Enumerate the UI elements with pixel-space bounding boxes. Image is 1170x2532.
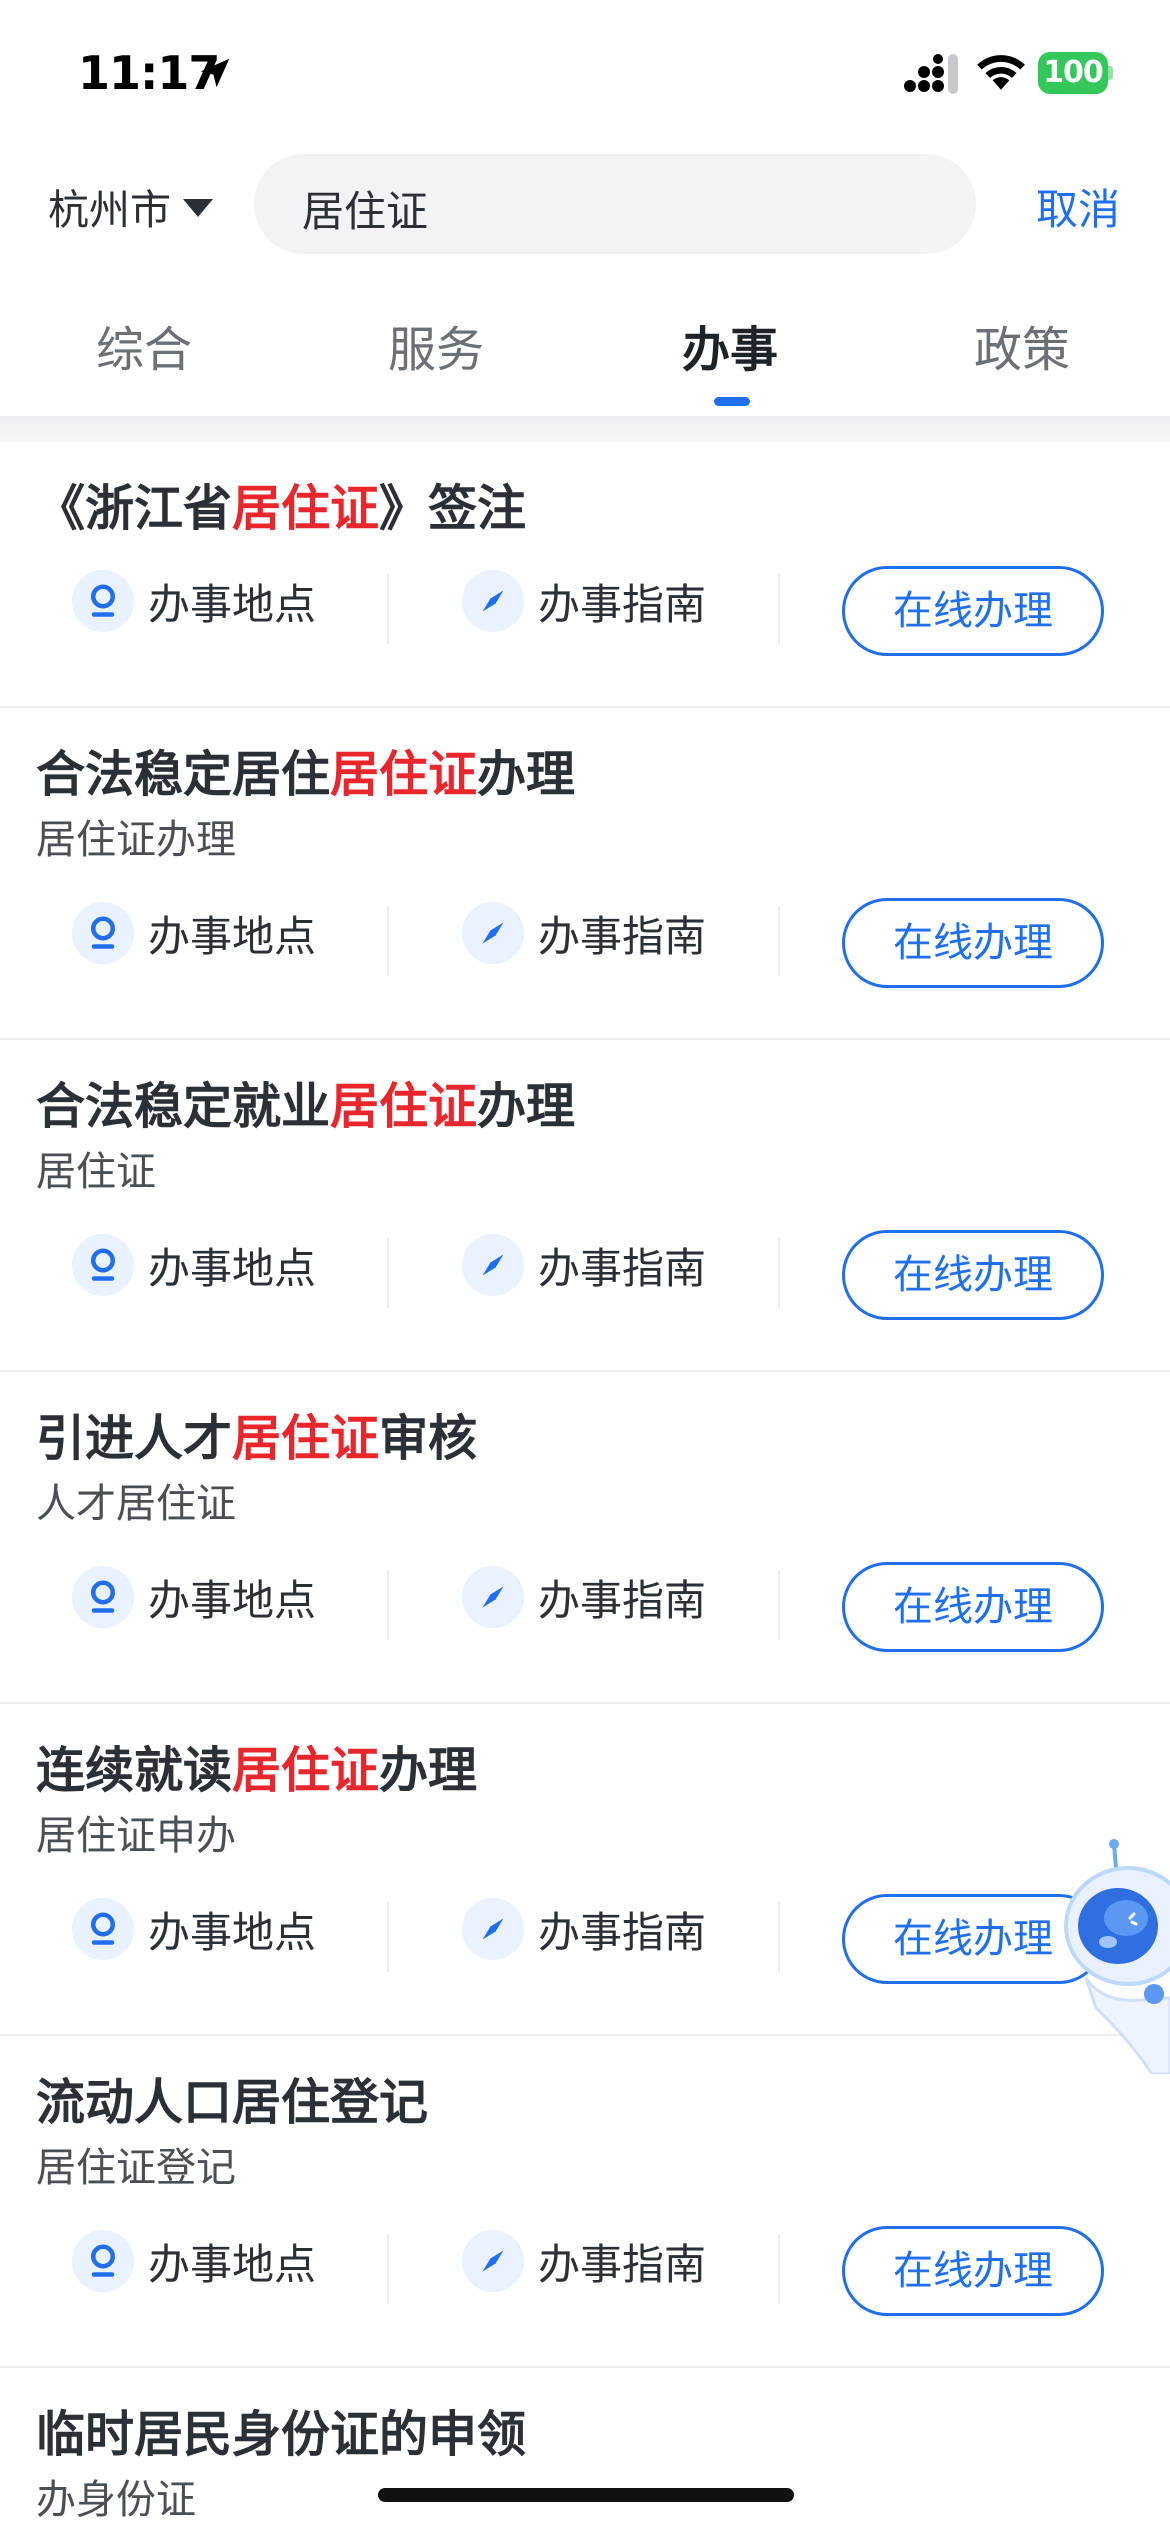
tab-policy[interactable]: 政策 <box>922 310 1122 380</box>
item-title: 连续就读居住证办理 <box>36 1742 478 1799</box>
tab-comprehensive[interactable]: 综合 <box>44 310 244 380</box>
tab-affairs[interactable]: 办事 <box>630 310 830 380</box>
battery-icon: 100 <box>1038 52 1113 94</box>
list-item[interactable]: 流动人口居住登记 居住证登记 办事地点 办事指南 在线办理 <box>0 2036 1170 2368</box>
office-location-button[interactable]: 办事地点 <box>72 902 316 964</box>
cellular-signal-icon <box>904 54 958 94</box>
location-arrow-icon <box>200 58 230 88</box>
office-guide-button[interactable]: 办事指南 <box>462 902 706 964</box>
location-pin-icon <box>72 1234 134 1296</box>
location-pin-icon <box>72 570 134 632</box>
assistant-robot-icon[interactable] <box>1036 1838 1170 2074</box>
online-apply-button[interactable]: 在线办理 <box>842 1230 1104 1320</box>
item-title: 引进人才居住证审核 <box>36 1410 478 1467</box>
item-subtitle: 居住证申办 <box>36 1813 236 1859</box>
city-label: 杭州市 <box>48 186 171 234</box>
active-tab-indicator <box>714 397 750 406</box>
item-title: 临时居民身份证的申领 <box>36 2406 527 2463</box>
location-pin-icon <box>72 2230 134 2292</box>
location-pin-icon <box>72 902 134 964</box>
office-location-button[interactable]: 办事地点 <box>72 1898 316 1960</box>
office-guide-button[interactable]: 办事指南 <box>462 570 706 632</box>
office-location-button[interactable]: 办事地点 <box>72 570 316 632</box>
tab-services[interactable]: 服务 <box>336 310 536 380</box>
search-input[interactable]: 居住证 <box>254 154 976 254</box>
list-item[interactable]: 合法稳定居住居住证办理 居住证办理 办事地点 办事指南 在线办理 <box>0 708 1170 1040</box>
compass-icon <box>462 570 524 632</box>
office-guide-button[interactable]: 办事指南 <box>462 1566 706 1628</box>
list-item[interactable]: 合法稳定就业居住证办理 居住证 办事地点 办事指南 在线办理 <box>0 1040 1170 1372</box>
office-location-button[interactable]: 办事地点 <box>72 1566 316 1628</box>
item-subtitle: 居住证登记 <box>36 2145 236 2191</box>
online-apply-button[interactable]: 在线办理 <box>842 898 1104 988</box>
office-location-button[interactable]: 办事地点 <box>72 1234 316 1296</box>
office-location-button[interactable]: 办事地点 <box>72 2230 316 2292</box>
item-title: 合法稳定就业居住证办理 <box>36 1078 576 1135</box>
header-divider <box>0 416 1170 442</box>
list-item[interactable]: 引进人才居住证审核 人才居住证 办事地点 办事指南 在线办理 <box>0 1372 1170 1704</box>
list-item[interactable]: 连续就读居住证办理 居住证申办 办事地点 办事指南 在线办理 <box>0 1704 1170 2036</box>
status-bar: 11:17 100 <box>0 0 1170 150</box>
list-item[interactable]: 《浙江省居住证》签注 办事地点 办事指南 在线办理 <box>0 442 1170 708</box>
location-pin-icon <box>72 1566 134 1628</box>
item-subtitle: 居住证办理 <box>36 817 236 863</box>
search-value: 居住证 <box>302 187 429 236</box>
city-selector[interactable]: 杭州市 <box>48 176 213 236</box>
cancel-button[interactable]: 取消 <box>1036 176 1120 237</box>
compass-icon <box>462 1898 524 1960</box>
online-apply-button[interactable]: 在线办理 <box>842 2226 1104 2316</box>
compass-icon <box>462 1234 524 1296</box>
location-pin-icon <box>72 1898 134 1960</box>
online-apply-button[interactable]: 在线办理 <box>842 566 1104 656</box>
compass-icon <box>462 902 524 964</box>
result-list: 《浙江省居住证》签注 办事地点 办事指南 在线办理 合法稳定居住居住证办理 居住… <box>0 442 1170 2532</box>
item-title: 《浙江省居住证》签注 <box>36 480 527 537</box>
item-title: 流动人口居住登记 <box>36 2074 429 2131</box>
list-item[interactable]: 临时居民身份证的申领 办身份证 <box>0 2368 1170 2532</box>
tab-bar: 综合 服务 办事 政策 <box>0 310 1170 400</box>
item-title: 合法稳定居住居住证办理 <box>36 746 576 803</box>
home-indicator <box>378 2488 794 2502</box>
office-guide-button[interactable]: 办事指南 <box>462 2230 706 2292</box>
caret-down-icon <box>183 199 213 217</box>
compass-icon <box>462 1566 524 1628</box>
compass-icon <box>462 2230 524 2292</box>
item-subtitle: 居住证 <box>36 1149 156 1195</box>
battery-level: 100 <box>1038 52 1108 94</box>
wifi-icon <box>977 55 1025 90</box>
item-subtitle: 人才居住证 <box>36 1481 236 1527</box>
office-guide-button[interactable]: 办事指南 <box>462 1898 706 1960</box>
online-apply-button[interactable]: 在线办理 <box>842 1562 1104 1652</box>
office-guide-button[interactable]: 办事指南 <box>462 1234 706 1296</box>
